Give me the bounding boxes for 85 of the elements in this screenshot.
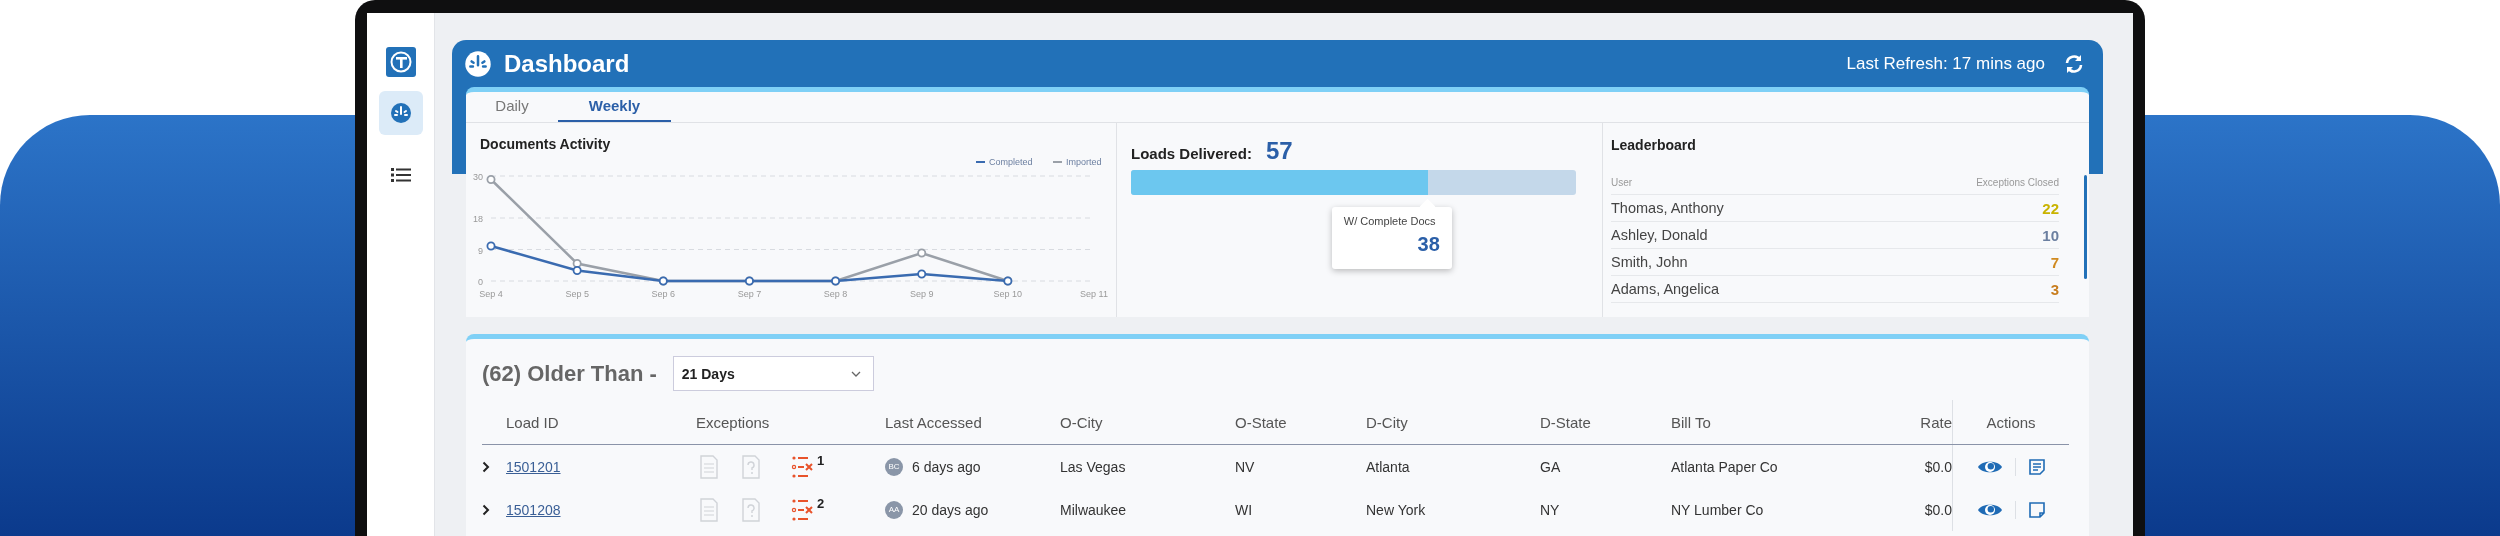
point	[917, 269, 927, 279]
y-tick-label: 0	[478, 277, 483, 287]
note-icon[interactable]	[2027, 457, 2046, 476]
point	[917, 248, 927, 258]
x-tick-label: Sep 10	[993, 289, 1023, 299]
point	[486, 241, 496, 251]
loads-total: 57	[1265, 137, 1293, 165]
column-header: D-City	[1366, 413, 1409, 431]
column-header: Load ID	[506, 413, 560, 431]
column-header: O-State	[1235, 413, 1288, 431]
exception-count: 2	[817, 496, 825, 511]
x-tick-label: Sep 7	[737, 289, 762, 299]
user-name: Ashley, Donald	[1611, 227, 1708, 243]
section-title: (62) Older Than -	[482, 360, 657, 387]
column-header: Bill To	[1671, 413, 1712, 431]
y-tick-label: 9	[478, 245, 483, 256]
exception-list-icon[interactable]	[791, 497, 815, 522]
note-icon[interactable]	[2027, 500, 2046, 519]
last-refresh-text: Last Refresh: 17 mins ago	[1846, 53, 2045, 74]
point	[486, 175, 496, 184]
loads-label: Loads Delivered:	[1131, 145, 1252, 162]
x-tick-label: Sep 11	[1080, 289, 1108, 299]
user-name: Thomas, Anthony	[1611, 200, 1724, 216]
count-value: 10	[2042, 226, 2059, 244]
speedometer-icon	[389, 102, 412, 124]
table-cell-text: GA	[1540, 458, 1562, 475]
count-value: 22	[2042, 199, 2059, 217]
table-cell-text: New York	[1366, 501, 1427, 518]
speedometer-icon	[464, 49, 492, 78]
table-cell: 20 days ago	[912, 501, 989, 518]
exception-list-icon[interactable]	[791, 454, 815, 479]
table-cell-text: Milwaukee	[1060, 501, 1128, 518]
column-header: Exceptions	[696, 413, 771, 431]
x-tick-label: Sep 8	[823, 289, 848, 299]
legend-label: Imported	[1066, 157, 1102, 167]
count-value: 3	[2050, 280, 2059, 298]
table-cell-text: NY Lumber Co	[1671, 501, 1765, 518]
chart-title: Documents Activity	[479, 135, 612, 154]
user-avatar: BC	[885, 457, 903, 476]
table-cell-text: Atlanta Paper Co	[1671, 458, 1779, 475]
chevron-down-icon	[850, 370, 861, 377]
tooltip-value: 38	[1417, 233, 1440, 256]
x-tick-label: Sep 5	[565, 289, 589, 299]
table-cell-text: NY	[1540, 501, 1561, 518]
logo-icon	[385, 47, 416, 77]
column-header: Actions	[1952, 400, 2069, 444]
column-header: D-State	[1540, 413, 1592, 431]
scrollbar[interactable]	[2084, 175, 2087, 279]
column-header: O-City	[1060, 413, 1104, 431]
table-cell: 6 days ago	[912, 458, 981, 475]
expand-chevron-icon[interactable]	[482, 503, 490, 516]
table-cell: $0.0	[1924, 458, 1952, 475]
point	[572, 266, 582, 275]
y-tick-label: 18	[473, 214, 483, 224]
refresh-icon[interactable]	[2063, 52, 2085, 75]
table-cell-text: Atlanta	[1366, 458, 1411, 475]
expand-chevron-icon[interactable]	[482, 460, 490, 473]
column-header: User	[1611, 177, 1633, 188]
x-tick-label: Sep 4	[479, 289, 503, 299]
tab[interactable]: Daily	[466, 92, 558, 122]
load-id-link[interactable]: 1501208	[506, 501, 696, 518]
list-icon	[390, 167, 411, 183]
user-avatar: AA	[885, 500, 903, 519]
column-header: Rate	[1919, 413, 1952, 431]
tooltip-label: W/ Complete Docs	[1343, 215, 1437, 227]
x-tick-label: Sep 9	[909, 289, 934, 299]
tab[interactable]: Weekly	[558, 92, 671, 122]
column-header: Last Accessed	[885, 413, 983, 431]
load-id-link[interactable]: 1501201	[506, 458, 696, 475]
user-name: Smith, John	[1611, 254, 1688, 270]
exception-count: 1	[817, 453, 825, 468]
table-cell: $0.0	[1924, 501, 1952, 518]
user-name: Adams, Angelica	[1611, 281, 1719, 297]
x-tick-label: Sep 6	[651, 289, 676, 299]
table-cell-text: NV	[1235, 458, 1256, 475]
days-dropdown[interactable]: 21 Days	[672, 356, 874, 391]
column-header: Exceptions Closed	[1976, 177, 2059, 188]
y-tick-label: 30	[473, 172, 483, 182]
dashboard-nav-button[interactable]	[378, 91, 423, 135]
count-value: 7	[2050, 253, 2059, 271]
legend-label: Completed	[989, 157, 1033, 167]
table-cell-text: WI	[1235, 501, 1254, 518]
page-title: Dashboard	[504, 49, 630, 78]
table-cell-text: Las Vegas	[1060, 458, 1127, 475]
leaderboard-title: Leaderboard	[1611, 137, 1697, 153]
